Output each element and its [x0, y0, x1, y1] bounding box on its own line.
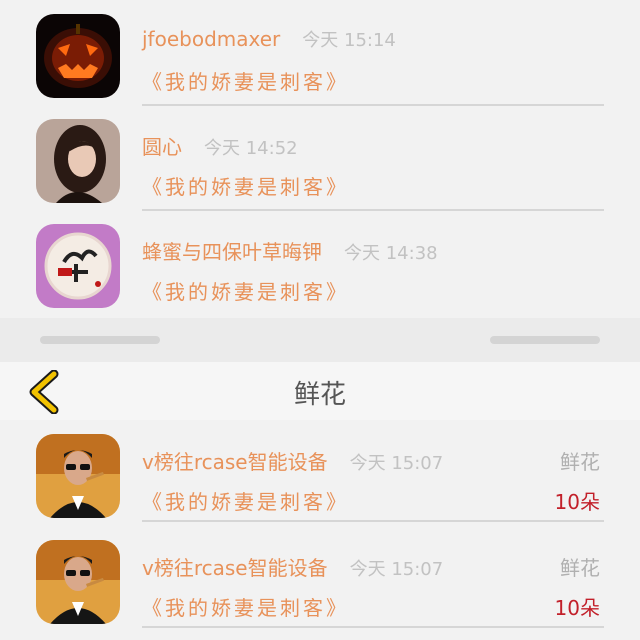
timestamp: 今天 15:14	[302, 30, 396, 51]
list-item[interactable]: 蜂蜜与四保叶草晦钾 今天 14:38 《我的娇妻是刺客》	[0, 210, 640, 315]
timestamp: 今天 15:07	[349, 453, 444, 474]
gift-type-label: 鲜花	[560, 556, 600, 580]
book-title[interactable]: 《我的娇妻是刺客》	[142, 66, 349, 95]
status-strip	[0, 318, 640, 362]
timestamp: 今天 14:52	[204, 138, 298, 159]
list-item[interactable]: jfoebodmaxer 今天 15:14 《我的娇妻是刺客》	[0, 0, 640, 106]
divider	[142, 520, 604, 522]
woman-portrait-avatar[interactable]	[36, 119, 120, 203]
book-title[interactable]: 《我的娇妻是刺客》	[142, 592, 349, 621]
book-title[interactable]: 《我的娇妻是刺客》	[142, 276, 349, 305]
nav-bar: 鲜花	[0, 362, 640, 420]
man-sunglasses-avatar[interactable]	[36, 540, 120, 624]
list-item[interactable]: 圆心 今天 14:52 《我的娇妻是刺客》	[0, 105, 640, 211]
divider	[142, 626, 604, 628]
gift-count: 10朵	[554, 596, 600, 620]
list-item[interactable]: v榜往rcase智能设备 今天 15:07 《我的娇妻是刺客》 鲜花 10朵	[0, 420, 640, 525]
timestamp: 今天 14:38	[344, 243, 438, 264]
user-name[interactable]: 蜂蜜与四保叶草晦钾	[142, 240, 322, 264]
page-title: 鲜花	[293, 380, 346, 410]
flower-gift-list: v榜往rcase智能设备 今天 15:07 《我的娇妻是刺客》 鲜花 10朵 v榜…	[0, 420, 640, 640]
pumpkin-avatar[interactable]	[36, 14, 120, 98]
user-name[interactable]: v榜往rcase智能设备	[142, 556, 328, 580]
list-item[interactable]: v榜往rcase智能设备 今天 15:07 《我的娇妻是刺客》 鲜花 10朵	[0, 526, 640, 631]
user-name[interactable]: jfoebodmaxer	[142, 27, 280, 51]
book-title[interactable]: 《我的娇妻是刺客》	[142, 171, 349, 200]
gift-count: 10朵	[554, 490, 600, 514]
reader-list-top: jfoebodmaxer 今天 15:14 《我的娇妻是刺客》 圆心 今天 14:5…	[0, 0, 640, 318]
book-title[interactable]: 《我的娇妻是刺客》	[142, 486, 349, 515]
timestamp: 今天 15:07	[349, 559, 444, 580]
user-name[interactable]: v榜往rcase智能设备	[142, 450, 328, 474]
man-sunglasses-avatar[interactable]	[36, 434, 120, 518]
mid-autumn-avatar[interactable]	[36, 224, 120, 308]
user-name[interactable]: 圆心	[142, 135, 182, 159]
gift-type-label: 鲜花	[560, 450, 600, 474]
